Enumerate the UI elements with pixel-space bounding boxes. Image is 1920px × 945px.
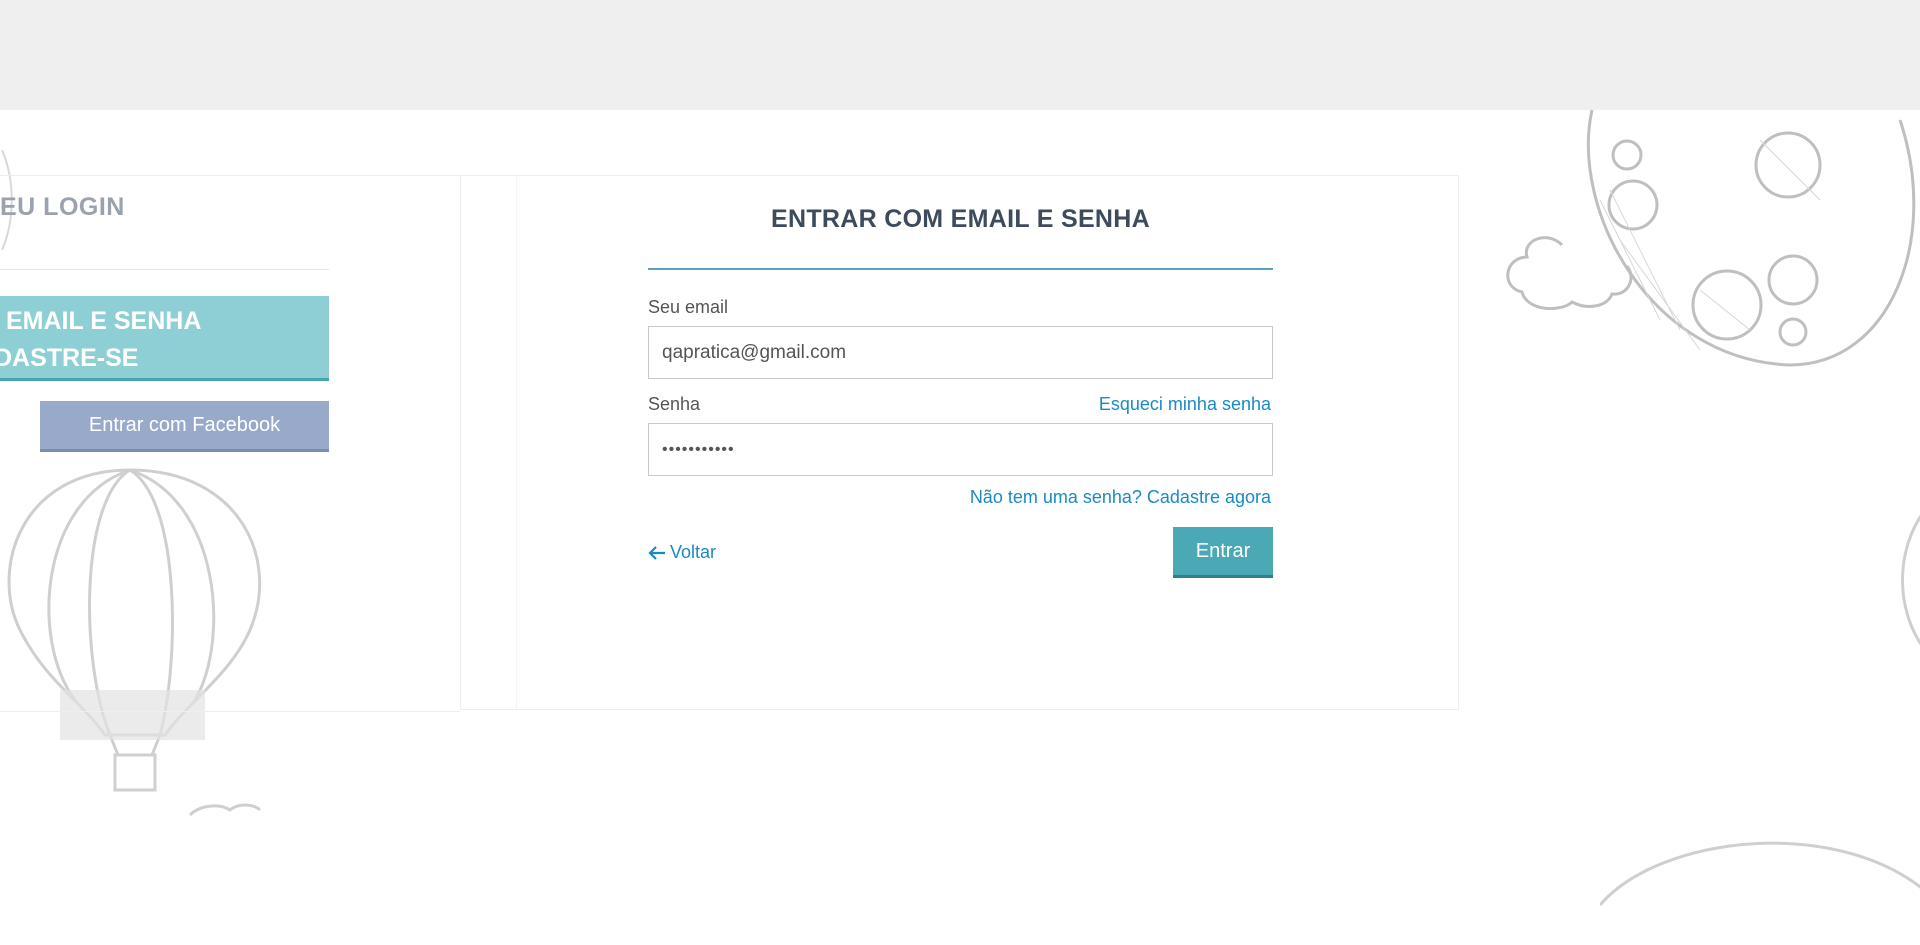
signup-link[interactable]: Não tem uma senha? Cadastre agora xyxy=(970,487,1271,508)
arc-sketch-decoration xyxy=(1901,514,1920,646)
back-link[interactable]: Voltar xyxy=(648,542,716,563)
divider xyxy=(0,269,329,270)
panel-title: EU LOGIN xyxy=(0,193,125,221)
card-divider xyxy=(516,176,517,709)
back-link-label: Voltar xyxy=(670,542,717,562)
email-login-option-button[interactable]: EMAIL E SENHA DASTRE-SE xyxy=(0,296,329,381)
moon-sketch-decoration xyxy=(1506,109,1916,367)
arrow-left-icon xyxy=(648,545,665,560)
forgot-password-link[interactable]: Esqueci minha senha xyxy=(1099,394,1271,415)
email-field[interactable] xyxy=(648,326,1273,379)
option-label-line2: DASTRE-SE xyxy=(0,344,139,372)
login-card: ENTRAR COM EMAIL E SENHA Seu email Senha… xyxy=(460,175,1459,710)
circle-sketch-decoration xyxy=(1600,841,1920,906)
email-label: Seu email xyxy=(648,297,729,317)
login-title: ENTRAR COM EMAIL E SENHA xyxy=(771,205,1150,233)
login-options-panel: EU LOGIN EMAIL E SENHA DASTRE-SE Entrar … xyxy=(0,175,460,712)
title-underline xyxy=(648,268,1273,270)
password-label: Senha xyxy=(648,394,701,414)
submit-button[interactable]: Entrar xyxy=(1173,527,1273,578)
facebook-login-button[interactable]: Entrar com Facebook xyxy=(40,401,329,452)
password-field[interactable] xyxy=(648,423,1273,476)
option-label-line1: EMAIL E SENHA xyxy=(6,307,202,335)
